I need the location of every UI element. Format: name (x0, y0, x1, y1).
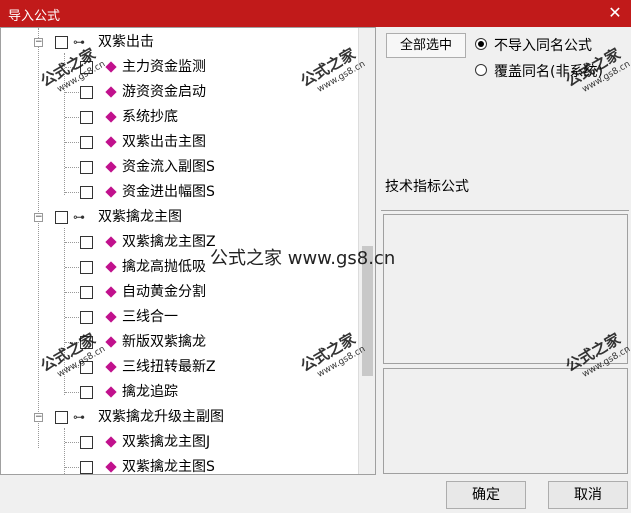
item-label: 三线扭转最新Z (122, 359, 216, 375)
item-checkbox[interactable] (80, 461, 93, 474)
formula-icon (105, 261, 117, 273)
formula-icon (105, 86, 117, 98)
item-label: 自动黄金分割 (122, 284, 206, 300)
item-checkbox[interactable] (80, 111, 93, 124)
tree-item[interactable]: 擒龙追踪 (1, 381, 357, 403)
group-checkbox[interactable] (55, 211, 68, 224)
group-label: 双紫擒龙主图 (98, 209, 182, 225)
item-label: 资金进出幅图S (122, 184, 215, 200)
group-label: 双紫出击 (98, 34, 154, 50)
item-checkbox[interactable] (80, 136, 93, 149)
item-label: 双紫出击主图 (122, 134, 206, 150)
select-all-button[interactable]: 全部选中 (386, 33, 466, 58)
tree-item[interactable]: 双紫擒龙主图S (1, 456, 357, 475)
item-checkbox[interactable] (80, 311, 93, 324)
tree-group[interactable]: − ⊶ 双紫擒龙升级主副图 (1, 406, 357, 428)
overwrite-radio[interactable] (475, 64, 487, 76)
tree-item[interactable]: 双紫擒龙主图J (1, 431, 357, 453)
skip-duplicates-label: 不导入同名公式 (494, 38, 592, 54)
item-checkbox[interactable] (80, 261, 93, 274)
item-label: 系统抄底 (122, 109, 178, 125)
info-panel: 技术指标公式 (383, 172, 628, 210)
item-label: 三线合一 (122, 309, 178, 325)
item-checkbox[interactable] (80, 236, 93, 249)
tree-item[interactable]: 资金流入副图S (1, 156, 357, 178)
key-icon: ⊶ (73, 410, 85, 424)
formula-icon (105, 236, 117, 248)
formula-icon (105, 286, 117, 298)
formula-icon (105, 111, 117, 123)
window-title: 导入公式 (8, 9, 61, 24)
info-label: 技术指标公式 (385, 179, 469, 195)
item-label: 双紫擒龙主图Z (122, 234, 216, 250)
item-checkbox[interactable] (80, 386, 93, 399)
formula-icon (105, 461, 117, 473)
tree-group[interactable]: − ⊶ 双紫出击 (1, 31, 357, 53)
item-label: 资金流入副图S (122, 159, 215, 175)
item-checkbox[interactable] (80, 186, 93, 199)
formula-icon (105, 161, 117, 173)
tree-item[interactable]: 资金进出幅图S (1, 181, 357, 203)
tree-item[interactable]: 系统抄底 (1, 106, 357, 128)
item-checkbox[interactable] (80, 161, 93, 174)
group-checkbox[interactable] (55, 411, 68, 424)
formula-icon (105, 386, 117, 398)
formula-icon (105, 136, 117, 148)
formula-icon (105, 336, 117, 348)
key-icon: ⊶ (73, 210, 85, 224)
cancel-button[interactable]: 取消 (548, 481, 628, 509)
group-label: 双紫擒龙升级主副图 (98, 409, 224, 425)
formula-icon (105, 436, 117, 448)
item-checkbox[interactable] (80, 286, 93, 299)
ok-button[interactable]: 确定 (446, 481, 526, 509)
tree-item[interactable]: 自动黄金分割 (1, 281, 357, 303)
group-checkbox[interactable] (55, 36, 68, 49)
item-label: 双紫擒龙主图J (122, 434, 211, 450)
item-label: 擒龙高抛低吸 (122, 259, 206, 275)
item-label: 新版双紫擒龙 (122, 334, 206, 350)
detail-pane (383, 368, 628, 474)
item-label: 擒龙追踪 (122, 384, 178, 400)
collapse-icon[interactable]: − (34, 213, 43, 222)
watermark-center: 公式之家 www.gs8.cn (210, 248, 396, 269)
item-label: 主力资金监测 (122, 59, 206, 75)
formula-icon (105, 311, 117, 323)
item-checkbox[interactable] (80, 436, 93, 449)
collapse-icon[interactable]: − (34, 413, 43, 422)
item-label: 游资资金启动 (122, 84, 206, 100)
item-label: 双紫擒龙主图S (122, 459, 215, 475)
formula-icon (105, 186, 117, 198)
skip-duplicates-radio[interactable] (475, 38, 487, 50)
tree-item[interactable]: 双紫出击主图 (1, 131, 357, 153)
item-checkbox[interactable] (80, 86, 93, 99)
tree-item[interactable]: 三线合一 (1, 306, 357, 328)
divider (381, 210, 629, 211)
formula-icon (105, 361, 117, 373)
close-icon[interactable]: ✕ (605, 3, 625, 23)
title-bar: 导入公式 ✕ (0, 0, 631, 27)
collapse-icon[interactable]: − (34, 38, 43, 47)
tree-group[interactable]: − ⊶ 双紫擒龙主图 (1, 206, 357, 228)
